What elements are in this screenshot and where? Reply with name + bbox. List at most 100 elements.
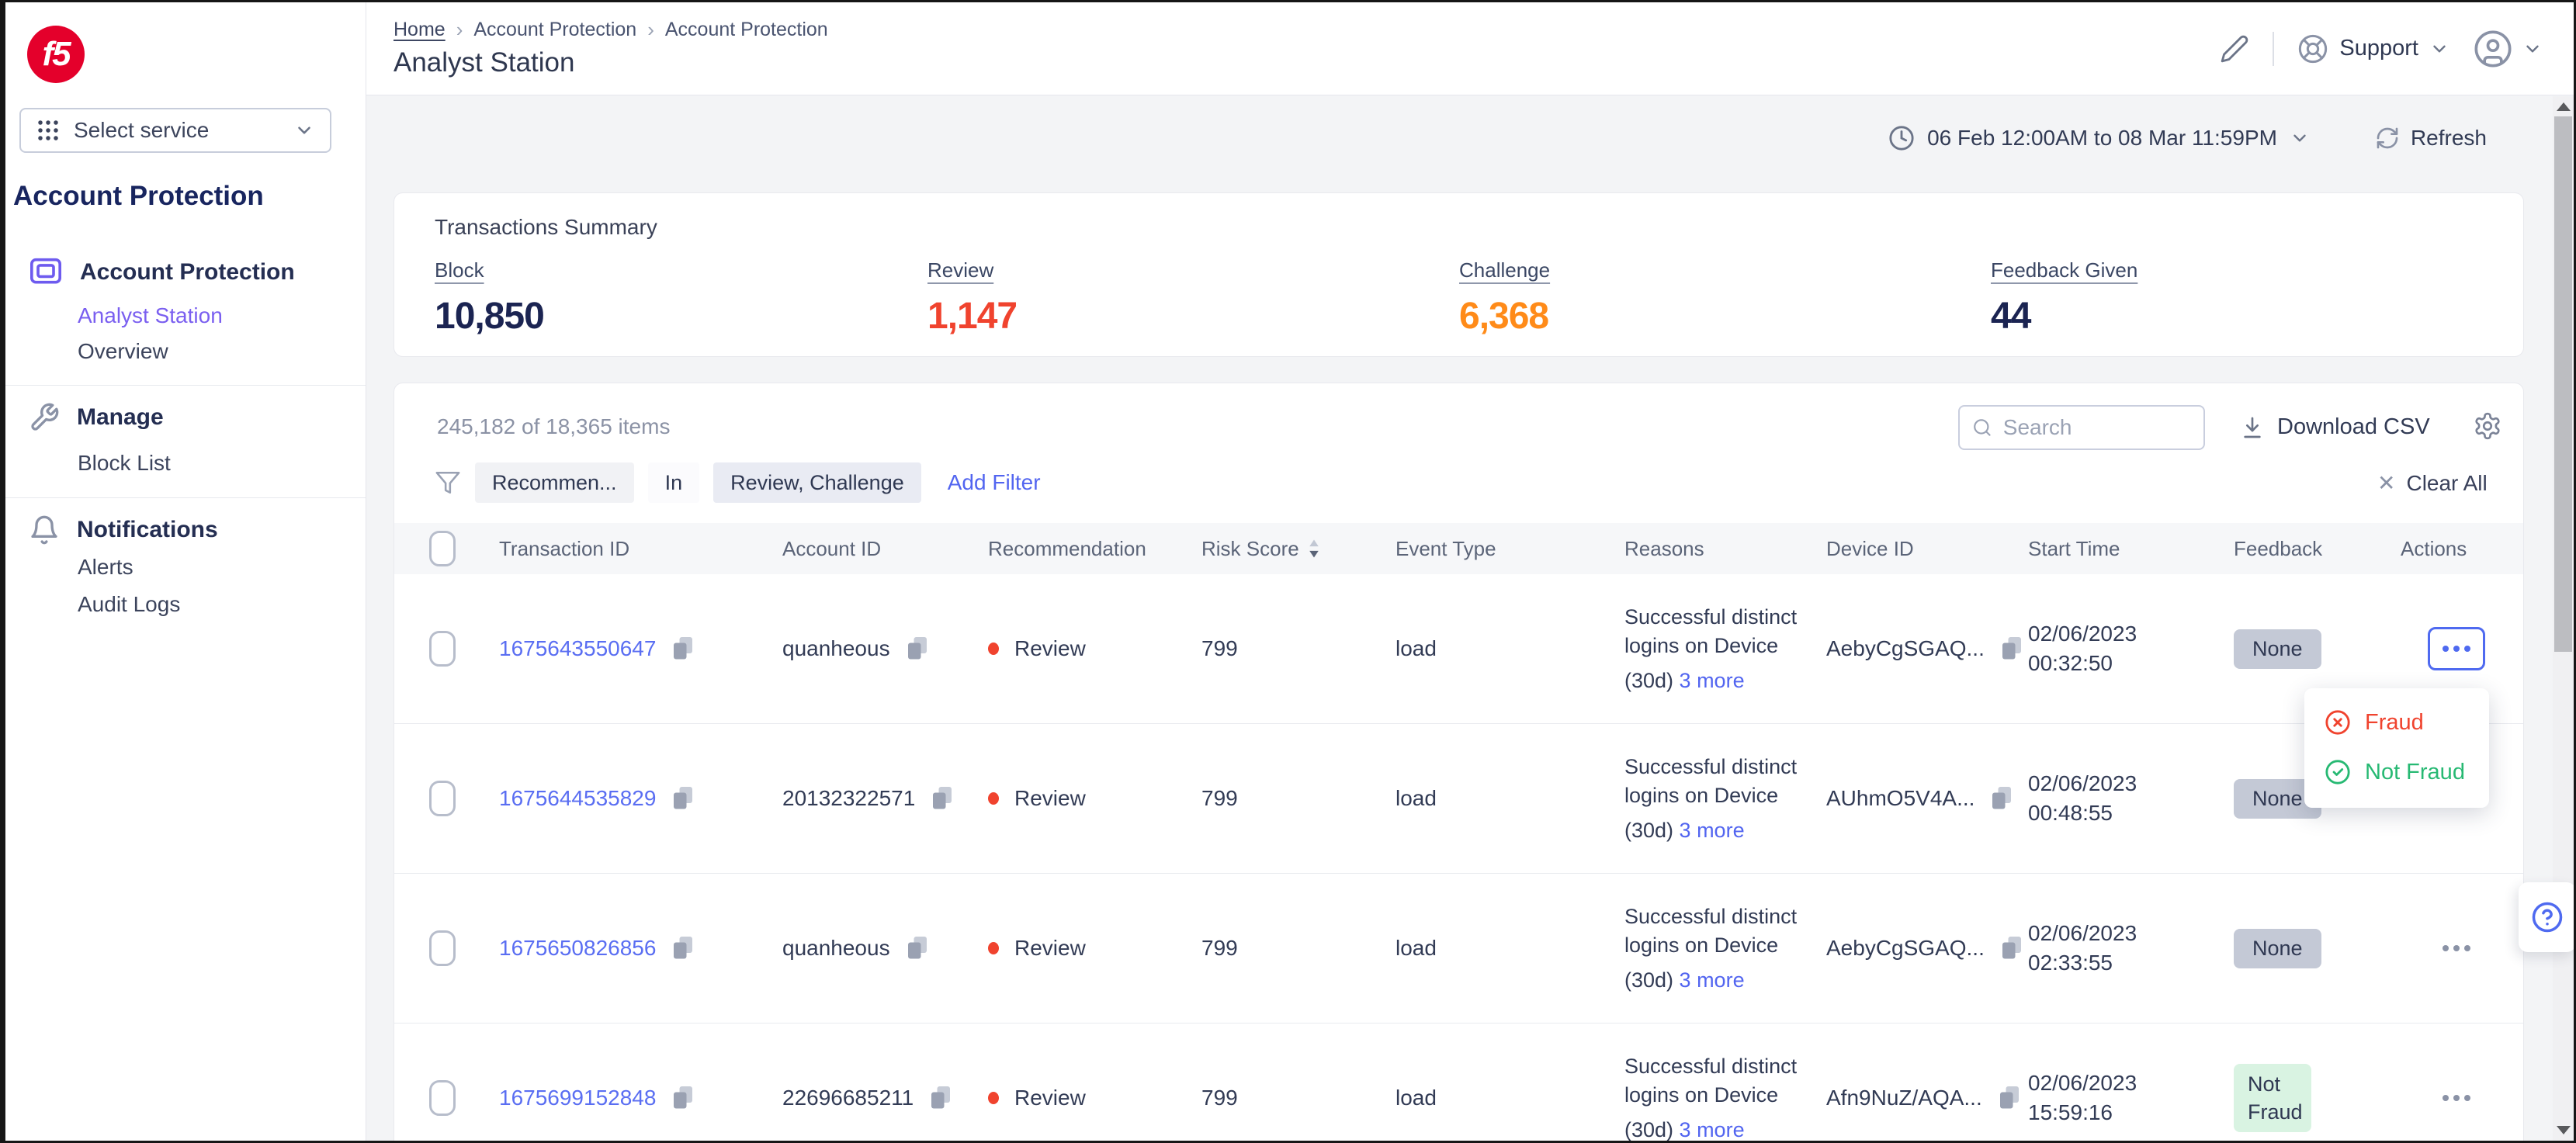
copy-icon[interactable] [671,935,695,961]
copy-icon[interactable] [906,636,929,662]
copy-icon[interactable] [671,1085,695,1111]
sidebar-item-audit-logs[interactable]: Audit Logs [78,592,180,617]
date-range-value[interactable]: 06 Feb 12:00AM to 08 Mar 11:59PM [1927,126,2277,151]
col-device-id[interactable]: Device ID [1826,537,2028,561]
breadcrumb-item: Account Protection [665,19,828,41]
select-service-dropdown[interactable]: Select service [19,108,331,153]
col-transaction-id[interactable]: Transaction ID [499,537,782,561]
support-icon [2297,33,2328,64]
topbar: Home › Account Protection › Account Prot… [366,2,2574,95]
breadcrumb-separator: › [647,18,654,42]
sidebar-item-overview[interactable]: Overview [78,339,168,364]
filter-icon [435,469,461,496]
transaction-id-link[interactable]: 1675643550647 [499,636,656,661]
chevron-down-icon[interactable] [2290,128,2310,148]
breadcrumb-item[interactable]: Account Protection [473,19,636,41]
copy-icon[interactable] [906,935,929,961]
sidebar-section-notifications[interactable]: Notifications [29,514,218,546]
recommendation-value: Review [1014,1086,1086,1110]
menu-item-not-fraud[interactable]: Not Fraud [2304,747,2489,797]
row-checkbox[interactable] [429,930,456,966]
filter-operator-chip[interactable]: In [648,462,700,503]
support-menu[interactable]: Support [2297,33,2449,64]
scroll-down-arrow[interactable] [2557,1126,2571,1134]
start-time: 15:59:16 [2028,1098,2137,1127]
start-date: 02/06/2023 [2028,769,2137,798]
date-refresh-row: 06 Feb 12:00AM to 08 Mar 11:59PM Refresh [1888,125,2487,151]
feedback-badge: Not Fraud [2234,1064,2311,1132]
scroll-up-arrow[interactable] [2557,102,2571,111]
transaction-id-link[interactable]: 1675644535829 [499,786,656,811]
copy-icon[interactable] [2000,636,2023,662]
select-all-checkbox[interactable] [429,531,456,566]
chevron-down-icon [2429,39,2449,59]
sidebar-item-analyst-station[interactable]: Analyst Station [78,303,223,328]
col-actions: Actions [2401,537,2501,561]
more-reasons-link[interactable]: 3 more [1680,1116,1745,1143]
filter-value-chip[interactable]: Review, Challenge [713,462,921,503]
add-filter-link[interactable]: Add Filter [948,470,1041,495]
row-checkbox[interactable] [429,1080,456,1116]
transaction-id-link[interactable]: 1675650826856 [499,936,656,961]
table-row: 1675650826856 quanheous Review 799 load … [394,874,2523,1024]
sidebar: f5 Select service Account Protection Acc… [5,2,366,1141]
refresh-icon [2375,126,2400,151]
breadcrumb-separator: › [456,18,463,42]
scrollbar-thumb[interactable] [2554,116,2572,652]
row-actions-button[interactable] [2428,927,2485,970]
copy-icon[interactable] [2000,935,2023,961]
col-risk-score[interactable]: Risk Score [1201,537,1395,561]
event-type-value: load [1395,936,1624,961]
sidebar-item-block-list[interactable]: Block List [78,451,171,476]
shield-screen-icon [29,257,63,288]
divider [5,385,366,386]
row-actions-button[interactable] [2428,627,2485,670]
copy-icon[interactable] [671,785,695,812]
copy-icon[interactable] [931,785,954,812]
sidebar-item-alerts[interactable]: Alerts [78,555,133,580]
search-input[interactable] [2003,415,2191,440]
more-reasons-link[interactable]: 3 more [1680,667,1745,695]
breadcrumb-home[interactable]: Home [394,19,446,41]
filter-field-chip[interactable]: Recommen... [475,462,634,503]
metric-label[interactable]: Block [435,258,544,282]
table-settings-button[interactable] [2473,411,2502,441]
vertical-scrollbar[interactable] [2553,96,2574,1141]
refresh-button[interactable]: Refresh [2375,126,2487,151]
user-menu[interactable] [2473,29,2543,69]
sidebar-section-manage[interactable]: Manage [29,402,164,433]
download-csv-button[interactable]: Download CSV [2240,414,2430,440]
col-reasons[interactable]: Reasons [1624,537,1826,561]
more-reasons-link[interactable]: 3 more [1680,816,1745,845]
copy-icon[interactable] [1990,785,2013,812]
more-reasons-link[interactable]: 3 more [1680,966,1745,995]
copy-icon[interactable] [671,636,695,662]
row-actions-button[interactable] [2428,1076,2485,1120]
reasons-cell: Successful distinct logins on Device (30… [1624,902,1818,995]
metric-label[interactable]: Feedback Given [1991,258,2137,282]
bell-icon [29,514,60,546]
metric-label[interactable]: Challenge [1459,258,1550,282]
recommendation-dot [988,942,999,954]
col-start-time[interactable]: Start Time [2028,537,2234,561]
row-checkbox[interactable] [429,631,456,667]
col-recommendation[interactable]: Recommendation [988,537,1201,561]
start-time: 02:33:55 [2028,948,2137,978]
menu-item-fraud[interactable]: Fraud [2304,698,2489,747]
sort-icon[interactable] [1307,539,1321,559]
topbar-actions: Support [2220,2,2543,95]
row-checkbox[interactable] [429,781,456,816]
help-button[interactable] [2519,882,2576,952]
copy-icon[interactable] [929,1085,952,1111]
sidebar-section-account-protection[interactable]: Account Protection [29,257,295,288]
copy-icon[interactable] [1998,1085,2021,1111]
col-event-type[interactable]: Event Type [1395,537,1624,561]
col-feedback[interactable]: Feedback [2234,537,2401,561]
col-account-id[interactable]: Account ID [782,537,988,561]
transaction-id-link[interactable]: 1675699152848 [499,1086,656,1110]
refresh-label: Refresh [2411,126,2487,151]
pencil-icon[interactable] [2220,34,2249,64]
search-box[interactable] [1958,405,2205,450]
clear-all-button[interactable]: ✕ Clear All [2377,470,2488,496]
metric-label[interactable]: Review [927,258,1017,282]
